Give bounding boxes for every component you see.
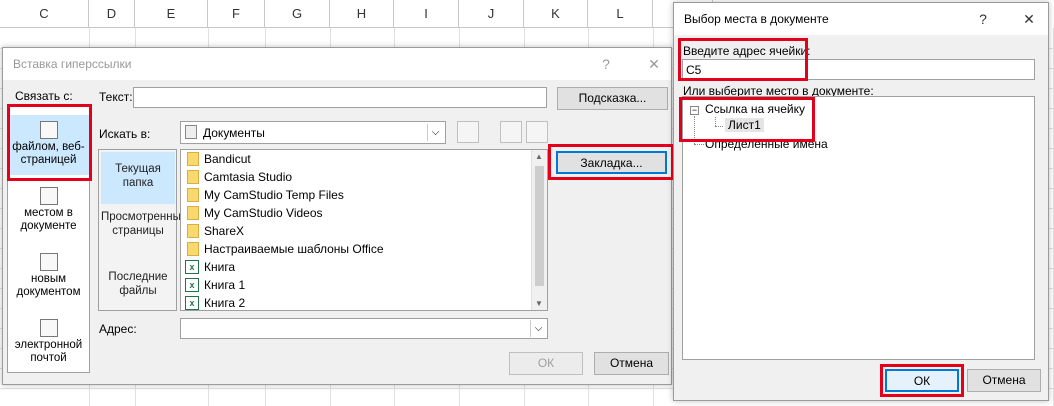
column-header[interactable]: D — [89, 0, 135, 28]
excel-file-icon: x — [185, 296, 199, 310]
text-input[interactable] — [133, 87, 547, 108]
folder-icon — [187, 188, 199, 202]
list-item[interactable]: Bandicut — [184, 150, 251, 168]
tooltip-button[interactable]: Подсказка... — [557, 87, 668, 110]
file-name: Книга — [204, 260, 236, 274]
browse-file-icon[interactable] — [526, 121, 548, 143]
place-current-folder[interactable]: Текущая папка — [101, 152, 175, 204]
browse-web-icon[interactable] — [500, 121, 522, 143]
place-browsed-pages[interactable]: Просмотренные страницы — [101, 210, 187, 238]
link-to-new-document[interactable]: новым документом — [8, 253, 89, 299]
list-item[interactable]: Настраиваемые шаблоны Office — [184, 240, 384, 258]
look-in-label: Искать в: — [99, 127, 151, 141]
places-pane: Текущая папка Просмотренные страницы Пос… — [98, 149, 187, 311]
column-header[interactable]: L — [588, 0, 653, 28]
help-button[interactable]: ? — [591, 48, 621, 80]
file-name: Книга 2 — [204, 296, 246, 310]
file-name: Книга 1 — [204, 278, 246, 292]
cancel-button[interactable]: Отмена — [594, 352, 669, 375]
link-to-place-in-document[interactable]: местом в документе — [8, 187, 89, 233]
help-button[interactable]: ? — [968, 3, 998, 35]
highlight-frame — [7, 104, 92, 181]
place-in-doc-icon — [39, 187, 58, 205]
file-name: Настраиваемые шаблоны Office — [204, 242, 384, 256]
list-item[interactable]: My CamStudio Temp Files — [184, 186, 344, 204]
file-list: Bandicut Camtasia Studio My CamStudio Te… — [180, 149, 548, 311]
look-in-select[interactable]: Документы ⌵ — [180, 121, 446, 144]
link-to-label-text: новым документом — [16, 273, 81, 298]
scroll-down-icon[interactable]: ▼ — [535, 299, 543, 308]
new-doc-icon — [39, 253, 58, 271]
folder-icon — [187, 206, 199, 220]
file-name: Bandicut — [204, 152, 251, 166]
highlight-frame — [678, 38, 808, 81]
ok-button[interactable]: ОК — [509, 352, 583, 375]
chevron-down-icon[interactable]: ⌵ — [530, 320, 546, 337]
highlight-frame — [548, 144, 674, 180]
column-header[interactable]: K — [524, 0, 588, 28]
column-header[interactable]: F — [208, 0, 265, 28]
list-item[interactable]: x Книга 1 — [184, 276, 245, 294]
documents-icon — [185, 125, 197, 139]
folder-icon — [187, 242, 199, 256]
folder-icon — [187, 170, 199, 184]
column-header[interactable]: H — [330, 0, 394, 28]
list-item[interactable]: ShareX — [184, 222, 244, 240]
link-to-email[interactable]: электронной почтой — [8, 319, 89, 365]
column-header[interactable]: I — [394, 0, 459, 28]
highlight-frame — [679, 97, 815, 142]
chevron-down-icon[interactable]: ⌵ — [427, 124, 443, 141]
dialog-title: Вставка гиперссылки — [3, 48, 671, 80]
highlight-frame — [880, 364, 964, 397]
column-header[interactable]: E — [135, 0, 208, 28]
link-to-label-text: местом в документе — [20, 207, 77, 232]
close-button[interactable]: ✕ — [1014, 3, 1044, 35]
file-list-scrollbar[interactable]: ▲ ▼ — [531, 150, 547, 310]
folder-icon — [187, 224, 199, 238]
scroll-thumb[interactable] — [535, 166, 544, 286]
cancel-button[interactable]: Отмена — [967, 369, 1041, 392]
file-name: My CamStudio Videos — [204, 206, 323, 220]
column-header[interactable]: G — [265, 0, 330, 28]
file-name: ShareX — [204, 224, 245, 238]
column-header[interactable]: C — [0, 0, 89, 28]
file-name: Camtasia Studio — [204, 170, 293, 184]
address-label: Адрес: — [99, 322, 137, 336]
excel-file-icon: x — [185, 260, 199, 274]
link-to-label-text: электронной почтой — [14, 339, 83, 364]
list-item[interactable]: x Книга 2 — [184, 294, 246, 310]
list-item[interactable]: Camtasia Studio — [184, 168, 292, 186]
text-label: Текст: — [99, 90, 133, 104]
look-in-value: Документы — [203, 126, 265, 140]
list-item[interactable]: x Книга — [184, 258, 235, 276]
place-recent-files[interactable]: Последние файлы — [101, 270, 175, 298]
email-icon — [39, 319, 58, 337]
link-to-label: Связать с: — [15, 89, 73, 103]
address-input[interactable]: ⌵ — [180, 318, 548, 339]
list-item[interactable]: My CamStudio Videos — [184, 204, 323, 222]
folder-icon — [187, 152, 199, 166]
excel-file-icon: x — [185, 278, 199, 292]
close-button[interactable]: ✕ — [639, 48, 669, 80]
scroll-up-icon[interactable]: ▲ — [535, 152, 543, 161]
up-folder-icon[interactable] — [457, 121, 479, 143]
file-name: My CamStudio Temp Files — [204, 188, 344, 202]
column-header[interactable]: J — [459, 0, 524, 28]
